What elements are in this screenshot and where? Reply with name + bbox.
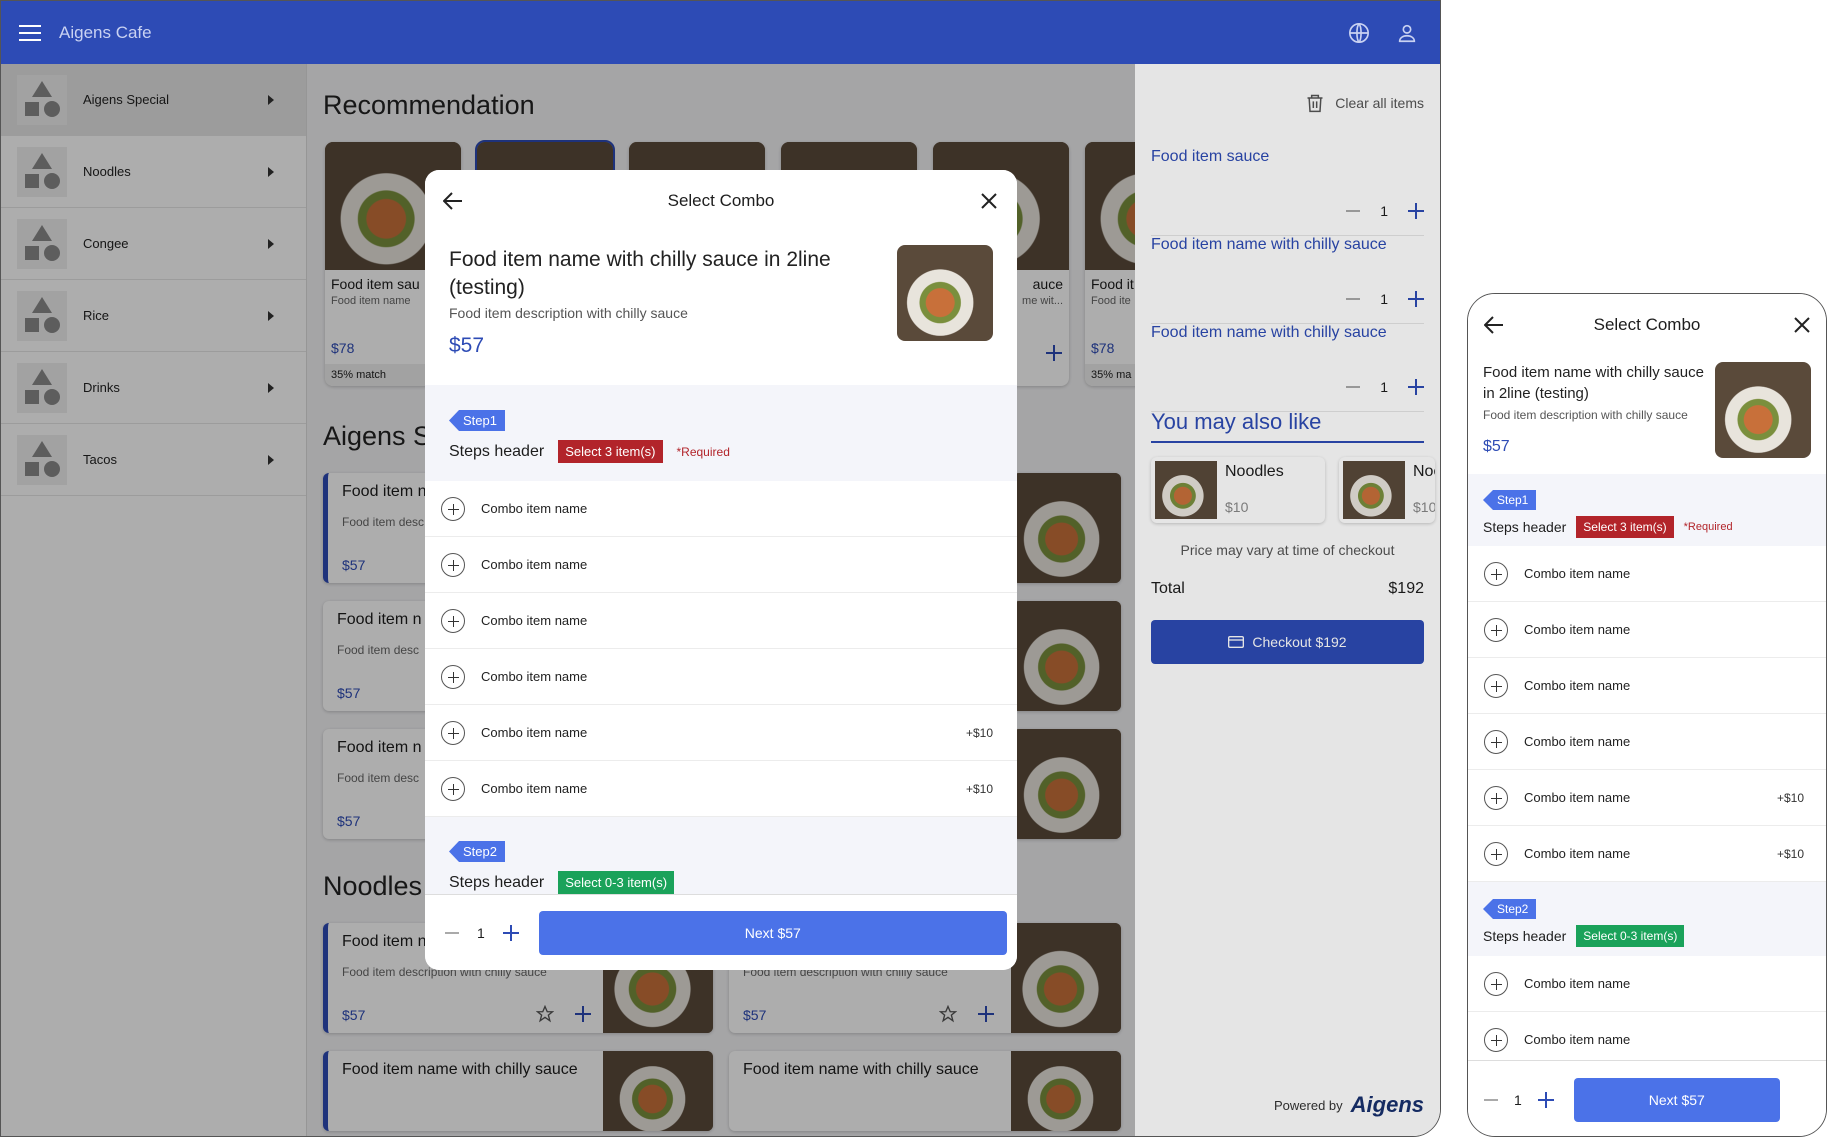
dialog-footer: 1 Next $57 [1468,1060,1826,1136]
combo-item-name: Combo item name [1524,790,1631,805]
minus-icon[interactable] [445,931,459,934]
add-circle-icon[interactable] [441,552,465,577]
next-button[interactable]: Next $57 [1573,1077,1780,1122]
combo-item-name: Combo item name [481,557,588,572]
required-label: *Required [676,444,730,459]
combo-item-name: Combo item name [481,613,588,628]
item-image [1715,362,1811,458]
combo-item[interactable]: Combo item name +$10 [425,705,1017,761]
add-circle-icon[interactable] [1484,1027,1508,1052]
combo-item-name: Combo item name [1524,734,1631,749]
step-header: Steps header [449,873,545,891]
add-circle-icon[interactable] [1484,673,1508,698]
add-circle-icon[interactable] [1484,971,1508,996]
modal-scrim-right[interactable] [1135,64,1440,1136]
combo-item-name: Combo item name [1524,846,1631,861]
combo-item-name: Combo item name [1524,1032,1631,1047]
menu-icon[interactable] [19,24,41,41]
combo-item[interactable]: Combo item name +$10 [1468,826,1826,882]
minus-icon[interactable] [1484,1098,1498,1101]
combo-item-name: Combo item name [481,501,588,516]
combo-item[interactable]: Combo item name [1468,714,1826,770]
phone-frame: Select Combo Food item name with chilly … [1467,293,1827,1137]
item-price: $57 [1483,438,1510,455]
combo-item-extra: +$10 [965,781,993,796]
add-circle-icon[interactable] [441,608,465,633]
tablet-frame: Aigens Cafe Aigens Special Noodles Conge… [0,0,1441,1137]
dialog-footer: 1 Next $57 [425,894,1017,970]
combo-item[interactable]: Combo item name [1468,956,1826,1012]
select-combo-dialog: Select Combo Food item name with chilly … [425,170,1017,970]
item-desc: Food item description with chilly sauce [1483,408,1688,422]
combo-item-extra: +$10 [965,725,993,740]
plus-icon[interactable] [1537,1091,1554,1108]
select-count-badge: Select 3 item(s) [1576,516,1674,538]
combo-item[interactable]: Combo item name [425,593,1017,649]
account-icon[interactable] [1396,22,1418,44]
next-button[interactable]: Next $57 [538,910,1007,955]
add-circle-icon[interactable] [441,496,465,521]
combo-item-name: Combo item name [481,781,588,796]
dialog-title: Select Combo [667,191,775,210]
combo-item-name: Combo item name [1524,566,1631,581]
add-circle-icon[interactable] [1484,561,1508,586]
close-icon[interactable] [981,193,997,209]
back-arrow-icon[interactable] [443,192,463,210]
combo-item[interactable]: Combo item name [425,537,1017,593]
step-header: Steps header [449,442,545,460]
add-circle-icon[interactable] [1484,617,1508,642]
item-name: Food item name with chilly sauce in 2lin… [449,248,831,299]
item-hero: Food item name with chilly sauce in 2lin… [425,232,1017,385]
combo-item[interactable]: Combo item name [425,481,1017,537]
step-tag: Step1 [449,410,505,431]
combo-item[interactable]: Combo item name [1468,546,1826,602]
dialog-header: Select Combo [1468,294,1826,356]
combo-item[interactable]: Combo item name +$10 [1468,770,1826,826]
step-tag: Step2 [1483,899,1537,919]
select-count-badge: Select 0-3 item(s) [1576,925,1685,947]
combo-item[interactable]: Combo item name [1468,602,1826,658]
add-circle-icon[interactable] [441,776,465,801]
add-circle-icon[interactable] [1484,785,1508,810]
combo-item-name: Combo item name [481,669,588,684]
required-label: *Required [1683,521,1733,533]
step-tag: Step2 [449,841,505,862]
item-hero: Food item name with chilly sauce in 2lin… [1468,356,1826,474]
select-count-badge: Select 0-3 item(s) [558,871,675,894]
item-image [897,245,993,341]
back-arrow-icon[interactable] [1484,316,1504,334]
combo-item-name: Combo item name [1524,622,1631,637]
combo-item-name: Combo item name [481,725,588,740]
combo-item-name: Combo item name [1524,976,1631,991]
dialog-header: Select Combo [425,170,1017,232]
add-circle-icon[interactable] [1484,841,1508,866]
close-icon[interactable] [1794,317,1810,333]
quantity-value: 1 [477,924,485,941]
select-count-badge: Select 3 item(s) [558,440,663,463]
item-name: Food item name with chilly sauce in 2lin… [1483,364,1704,402]
combo-item-name: Combo item name [1524,678,1631,693]
globe-icon[interactable] [1348,22,1370,44]
plus-icon[interactable] [502,924,519,941]
combo-item[interactable]: Combo item name +$10 [425,761,1017,817]
app-title: Aigens Cafe [59,22,152,42]
app-bar: Aigens Cafe [1,1,1440,64]
item-desc: Food item description with chilly sauce [449,305,688,321]
step-header: Steps header [1483,519,1567,535]
combo-item-extra: +$10 [1776,790,1804,805]
step-header: Steps header [1483,928,1567,944]
step-tag: Step1 [1483,490,1537,510]
item-price: $57 [449,334,485,357]
combo-item[interactable]: Combo item name [1468,658,1826,714]
dialog-title: Select Combo [1593,315,1701,334]
quantity-value: 1 [1514,1091,1522,1108]
add-circle-icon[interactable] [1484,729,1508,754]
add-circle-icon[interactable] [441,664,465,689]
add-circle-icon[interactable] [441,720,465,745]
combo-item[interactable]: Combo item name [425,649,1017,705]
combo-item-extra: +$10 [1776,846,1804,861]
